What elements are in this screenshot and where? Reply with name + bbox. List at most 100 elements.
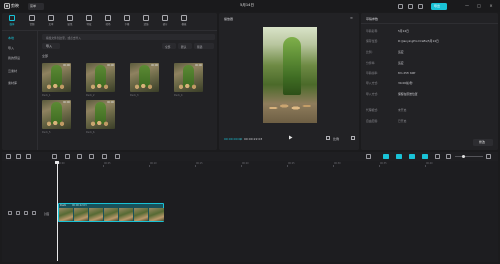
tool-filter[interactable]: 滤镜 xyxy=(138,14,154,29)
playhead[interactable] xyxy=(57,161,58,261)
filter-icon xyxy=(143,15,149,21)
menu-button-label: 菜单 xyxy=(30,3,37,8)
media-item[interactable] xyxy=(174,63,203,92)
tool-audio[interactable]: 音频 xyxy=(24,14,40,29)
tool-template[interactable]: 模板 xyxy=(176,14,192,29)
play-icon[interactable] xyxy=(288,135,293,140)
export-button-label: 导出 xyxy=(434,3,441,8)
detail-key: 自由层级: xyxy=(366,119,379,123)
media-duration: 00:06 xyxy=(107,101,114,104)
minimize-button[interactable]: — xyxy=(464,3,470,9)
shield-icon[interactable] xyxy=(102,154,107,159)
player-menu-icon[interactable]: ≡ xyxy=(350,16,353,20)
preview-axis-icon[interactable] xyxy=(409,154,415,159)
fit-icon[interactable] xyxy=(326,135,330,140)
keyboard-icon[interactable] xyxy=(408,3,413,9)
sticker-icon xyxy=(67,15,73,21)
detail-key: 比例: xyxy=(366,50,373,54)
hide-track-icon[interactable] xyxy=(16,211,20,215)
mute-track-icon[interactable] xyxy=(24,211,28,215)
fullscreen-icon[interactable] xyxy=(351,135,355,140)
split-icon[interactable] xyxy=(52,154,57,159)
tick xyxy=(149,165,150,167)
sidebar-item-library[interactable]: 素材库 xyxy=(8,80,36,86)
zoom-in-icon[interactable] xyxy=(486,154,491,159)
sidebar-item-presets[interactable]: 我的预设 xyxy=(8,55,36,61)
media-item[interactable] xyxy=(130,63,159,92)
video-preview[interactable] xyxy=(263,27,317,123)
media-name: Duck_6 xyxy=(86,131,95,134)
all-filter-label: 全部 xyxy=(165,44,171,49)
sort-label: 默认 xyxy=(181,44,187,49)
tool-label: 音频 xyxy=(29,23,35,26)
details-title: 草稿参数 xyxy=(366,17,379,21)
app-name: 剪映 xyxy=(11,3,19,8)
media-duration: 00:06 xyxy=(195,64,202,67)
clip-thumbnail xyxy=(148,208,164,221)
tool-effects[interactable]: 特效 xyxy=(81,14,97,29)
tick-label: 00:30 xyxy=(334,161,341,165)
settings-icon[interactable] xyxy=(418,3,423,9)
snap-icon[interactable] xyxy=(396,154,402,159)
detail-value: 8m 25fr 60fr xyxy=(398,71,416,75)
maximize-button[interactable]: □ xyxy=(476,3,482,9)
split-right-icon[interactable] xyxy=(77,154,82,159)
tick xyxy=(287,165,288,167)
close-button[interactable]: × xyxy=(488,3,494,9)
detail-key: 草稿帧率: xyxy=(366,71,379,75)
ratio-button[interactable]: 比例 xyxy=(333,137,339,141)
tick xyxy=(103,165,104,167)
tick xyxy=(425,165,426,167)
tick xyxy=(333,165,334,167)
clip-thumbnail xyxy=(118,208,133,221)
main-track-magnet-icon[interactable] xyxy=(422,154,428,159)
lock-track-icon[interactable] xyxy=(8,211,12,215)
track-cover-label[interactable]: 封面 xyxy=(44,212,49,216)
crop-icon[interactable] xyxy=(115,154,120,159)
delete-icon[interactable] xyxy=(89,154,94,159)
media-item[interactable] xyxy=(86,63,115,92)
undo-icon[interactable] xyxy=(16,154,21,159)
media-name: Duck_3 xyxy=(130,94,139,97)
media-item[interactable] xyxy=(86,100,115,129)
detail-value: 30.00帧/秒 xyxy=(398,81,413,85)
detail-value: 适应 xyxy=(398,61,404,65)
tick-label: 00:35 xyxy=(380,161,387,165)
tool-subtitle[interactable]: 字幕 xyxy=(119,14,135,29)
caption-icon[interactable] xyxy=(435,154,440,159)
tool-label: 文本 xyxy=(48,23,54,26)
playhead-handle[interactable] xyxy=(55,161,60,164)
select-icon[interactable] xyxy=(6,154,11,159)
redo-icon[interactable] xyxy=(26,154,31,159)
tool-label: 滤镜 xyxy=(143,23,149,26)
clip-duration: 00:00:22:03 xyxy=(72,203,87,207)
tool-media[interactable]: 媒体 xyxy=(4,14,20,29)
media-name: Duck_5 xyxy=(42,131,51,134)
audio-icon xyxy=(29,15,35,21)
detail-key: 代理模式: xyxy=(366,108,379,112)
media-duration: 00:06 xyxy=(63,101,70,104)
sidebar-item-cloud[interactable]: 云素材 xyxy=(8,68,36,74)
media-item[interactable] xyxy=(42,100,71,129)
zoom-out-icon[interactable] xyxy=(446,154,451,159)
effects-icon xyxy=(86,15,92,21)
tick-label: 00:05 xyxy=(104,161,111,165)
link-icon[interactable] xyxy=(383,154,389,159)
media-item[interactable] xyxy=(42,63,71,92)
tool-text[interactable]: 文本 xyxy=(43,14,59,29)
detail-key: 草稿名称: xyxy=(366,29,379,33)
tool-adjust[interactable]: 调节 xyxy=(157,14,173,29)
sidebar-item-import[interactable]: 导入 xyxy=(8,45,36,51)
track-settings-icon[interactable] xyxy=(32,211,36,215)
detail-value: 5月14日 xyxy=(398,29,409,33)
tool-label: 转场 xyxy=(105,23,111,26)
split-left-icon[interactable] xyxy=(65,154,70,159)
microphone-icon[interactable] xyxy=(366,154,371,159)
media-duration: 00:06 xyxy=(107,64,114,67)
sidebar-item-local[interactable]: 本地 xyxy=(8,35,36,41)
tool-transition[interactable]: 转场 xyxy=(100,14,116,29)
tick-label: 00:15 xyxy=(196,161,203,165)
layout-icon[interactable] xyxy=(398,3,403,9)
zoom-slider[interactable] xyxy=(455,156,483,157)
tool-sticker[interactable]: 贴纸 xyxy=(62,14,78,29)
